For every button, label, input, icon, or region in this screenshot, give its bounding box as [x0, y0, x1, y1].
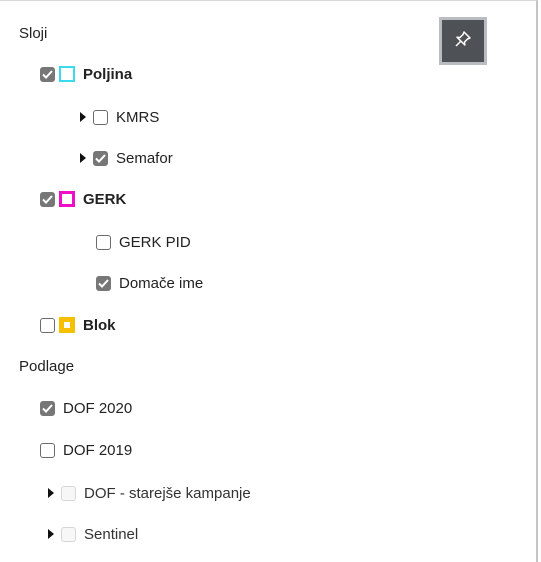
blok-label: Blok [83, 316, 116, 334]
layer-row-semafor: Semafor [80, 146, 173, 170]
dof2020-checkbox[interactable] [40, 400, 55, 416]
sentinel-label: Sentinel [84, 525, 139, 543]
layer-panel: Sloji Poljina KMRS Semafor GERK GERK PID… [0, 0, 538, 562]
gerk-checkbox[interactable] [40, 191, 55, 207]
layer-row-blok: Blok [40, 313, 116, 337]
layer-row-kmrs: KMRS [80, 105, 159, 129]
caret-right-icon[interactable] [48, 529, 54, 539]
dof-old-label: DOF - starejše kampanje [84, 484, 251, 502]
gerk-pid-label: GERK PID [119, 233, 191, 251]
layer-row-domace-ime: Domače ime [96, 271, 203, 295]
section-title-base: Podlage [19, 358, 75, 375]
base-row-dof2020: DOF 2020 [40, 396, 132, 420]
dof2019-checkbox[interactable] [40, 442, 55, 458]
domace-ime-label: Domače ime [119, 274, 204, 292]
gerk-label: GERK [83, 190, 127, 208]
base-row-dof2019: DOF 2019 [40, 438, 132, 462]
layer-row-poljina: Poljina [40, 62, 132, 86]
gerk-color-swatch [59, 191, 75, 207]
caret-right-icon[interactable] [80, 153, 86, 163]
base-row-sentinel: Sentinel [48, 522, 138, 546]
poljina-label: Poljina [83, 65, 133, 83]
gerk-pid-checkbox[interactable] [96, 234, 111, 250]
dof2020-label: DOF 2020 [63, 399, 133, 417]
poljina-checkbox[interactable] [40, 66, 55, 82]
dof2019-label: DOF 2019 [63, 441, 133, 459]
section-title-layers: Sloji [19, 25, 48, 42]
kmrs-checkbox[interactable] [93, 109, 108, 125]
layer-row-gerk-pid: GERK PID [96, 230, 191, 254]
semafor-checkbox[interactable] [93, 150, 108, 166]
pin-icon [453, 29, 473, 54]
layer-row-gerk: GERK [40, 187, 126, 211]
caret-right-icon[interactable] [48, 488, 54, 498]
blok-checkbox[interactable] [40, 317, 55, 333]
kmrs-label: KMRS [116, 108, 160, 126]
sentinel-checkbox [61, 526, 76, 542]
dof-old-checkbox [61, 485, 76, 501]
pin-button[interactable] [439, 17, 487, 65]
semafor-label: Semafor [116, 149, 173, 167]
blok-color-swatch [59, 317, 75, 333]
caret-right-icon[interactable] [80, 112, 86, 122]
domace-ime-checkbox[interactable] [96, 275, 111, 291]
poljina-color-swatch [59, 66, 75, 82]
base-row-dof-old: DOF - starejše kampanje [48, 481, 251, 505]
